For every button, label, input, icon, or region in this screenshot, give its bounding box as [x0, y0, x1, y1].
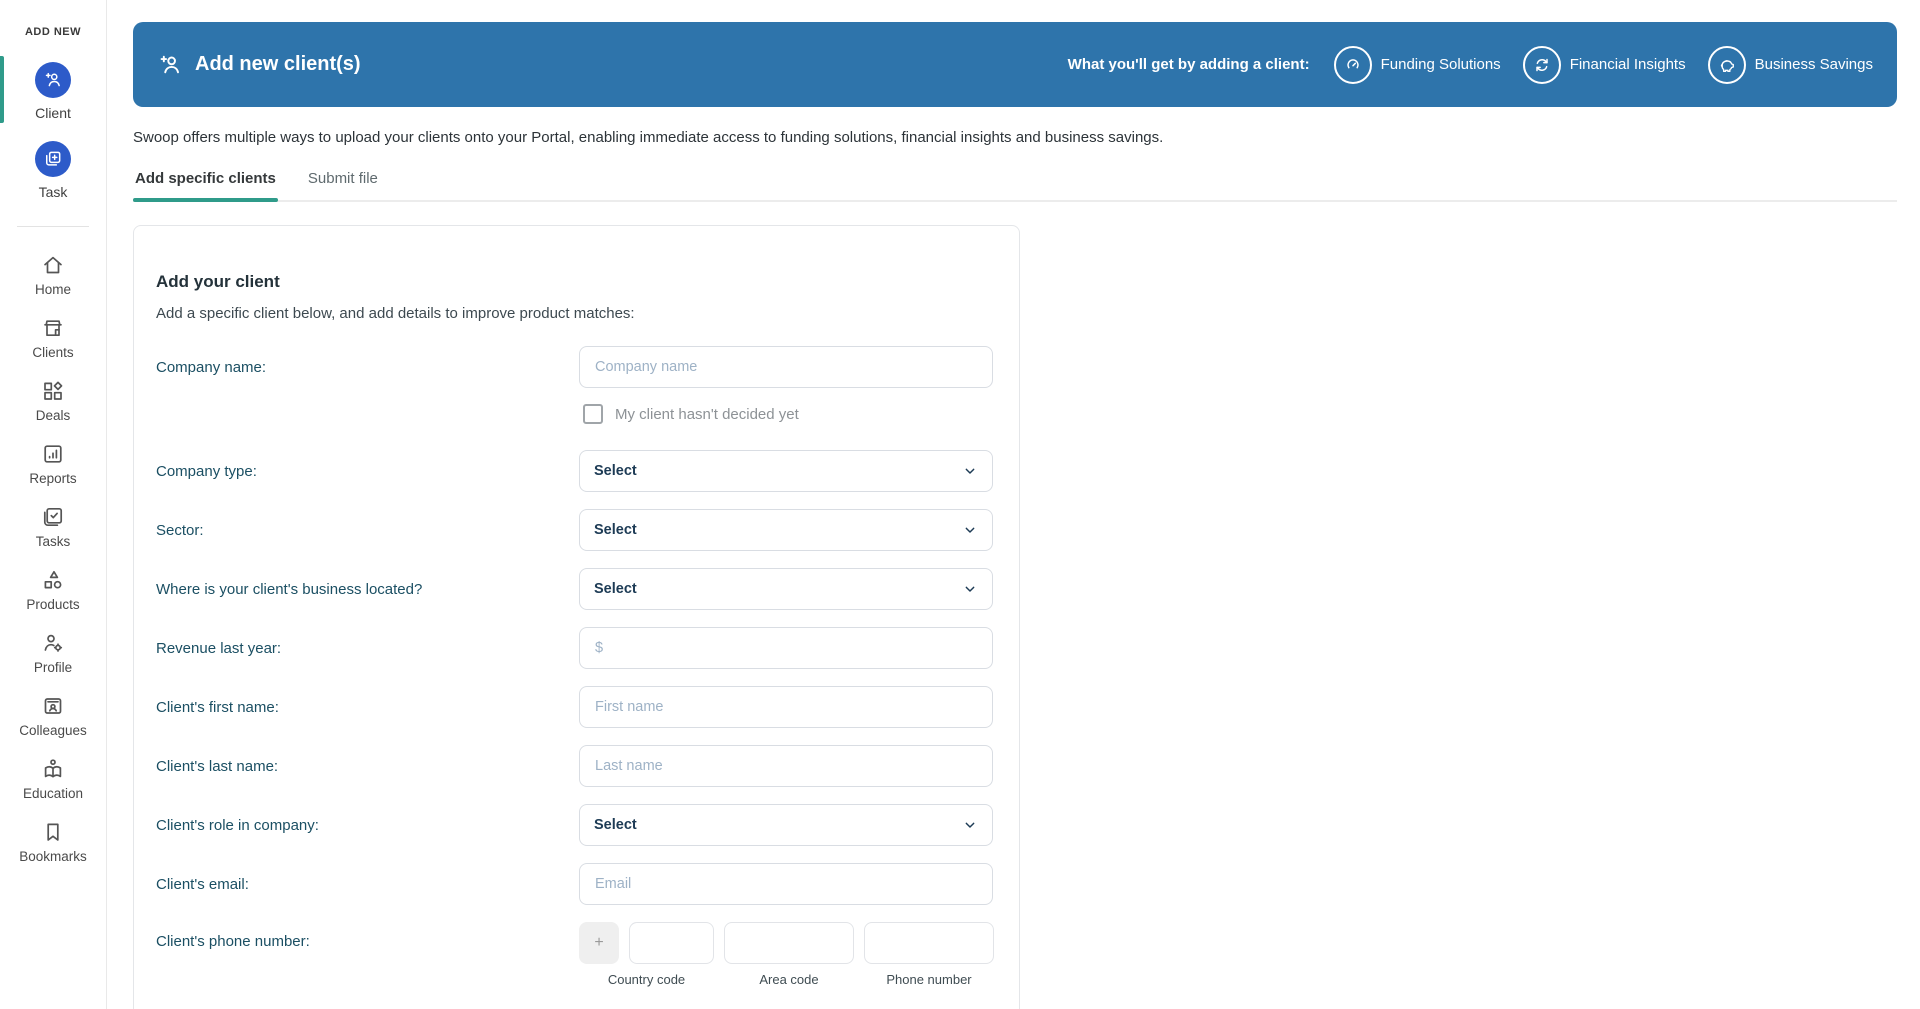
- sidebar-item-clients[interactable]: Clients: [0, 306, 106, 369]
- role-select[interactable]: Select: [579, 804, 993, 846]
- email-row: Client's email:: [156, 863, 993, 905]
- tab-submit-file[interactable]: Submit file: [306, 162, 380, 200]
- first-name-label: Client's first name:: [156, 699, 579, 716]
- role-label: Client's role in company:: [156, 817, 579, 834]
- bookmark-icon: [41, 820, 65, 844]
- first-name-input[interactable]: [579, 686, 993, 728]
- sidebar: ADD NEW Client Task: [0, 0, 107, 1009]
- location-select[interactable]: Select: [579, 568, 993, 610]
- banner-title-group: Add new client(s): [157, 52, 361, 78]
- revenue-row: Revenue last year:: [156, 627, 993, 669]
- role-row: Client's role in company: Select: [156, 804, 993, 846]
- phone-controls: + Country code Area code Phone number: [579, 922, 994, 987]
- phone-row: Client's phone number: + Country code Ar…: [156, 922, 993, 987]
- undecided-checkbox-label: My client hasn't decided yet: [615, 406, 799, 423]
- country-code-label: Country code: [579, 972, 714, 987]
- location-row: Where is your client's business located?…: [156, 568, 993, 610]
- person-add-icon: [157, 52, 183, 78]
- sidebar-item-products[interactable]: Products: [0, 558, 106, 621]
- benefit-financial-insights: Financial Insights: [1523, 46, 1686, 84]
- storefront-icon: [41, 316, 65, 340]
- sidebar-item-bookmarks[interactable]: Bookmarks: [0, 810, 106, 873]
- phone-number-label: Phone number: [864, 972, 994, 987]
- add-client-card: Add your client Add a specific client be…: [133, 225, 1020, 1009]
- task-add-icon: [35, 141, 71, 177]
- card-subtitle: Add a specific client below, and add det…: [156, 305, 993, 322]
- sidebar-item-colleagues[interactable]: Colleagues: [0, 684, 106, 747]
- person-gear-icon: [41, 631, 65, 655]
- sidebar-item-deals[interactable]: Deals: [0, 369, 106, 432]
- sidebar-item-education[interactable]: Education: [0, 747, 106, 810]
- card-title: Add your client: [156, 272, 993, 292]
- id-card-icon: [41, 694, 65, 718]
- banner-benefits: What you'll get by adding a client: Fund…: [1068, 46, 1873, 84]
- person-add-icon: [35, 62, 71, 98]
- country-code-input[interactable]: [629, 922, 714, 964]
- company-name-row: Company name:: [156, 346, 993, 388]
- benefit-business-savings: Business Savings: [1708, 46, 1873, 84]
- app-root: ADD NEW Client Task: [0, 0, 1920, 1009]
- add-new-section-label: ADD NEW: [25, 26, 81, 38]
- add-client-label: Client: [35, 105, 71, 121]
- phone-number-input[interactable]: [864, 922, 994, 964]
- company-name-label: Company name:: [156, 359, 579, 376]
- sidebar-item-tasks[interactable]: Tasks: [0, 495, 106, 558]
- add-client-form: Company name: My client hasn't decided y…: [156, 346, 993, 987]
- main-content: Add new client(s) What you'll get by add…: [107, 0, 1920, 1009]
- chevron-down-icon: [962, 463, 978, 479]
- area-code-input[interactable]: [724, 922, 854, 964]
- benefits-intro-text: What you'll get by adding a client:: [1068, 56, 1310, 73]
- education-icon: [41, 757, 65, 781]
- chevron-down-icon: [962, 581, 978, 597]
- deals-grid-icon: [41, 379, 65, 403]
- home-icon: [41, 253, 65, 277]
- add-task-button[interactable]: Task: [0, 141, 106, 200]
- area-code-label: Area code: [724, 972, 854, 987]
- sidebar-divider: [17, 226, 89, 227]
- company-name-input[interactable]: [579, 346, 993, 388]
- benefit-funding-solutions: Funding Solutions: [1334, 46, 1501, 84]
- last-name-input[interactable]: [579, 745, 993, 787]
- undecided-checkbox-row: My client hasn't decided yet: [583, 404, 993, 424]
- report-chart-icon: [41, 442, 65, 466]
- sector-label: Sector:: [156, 522, 579, 539]
- company-type-row: Company type: Select: [156, 450, 993, 492]
- gauge-icon: [1334, 46, 1372, 84]
- last-name-row: Client's last name:: [156, 745, 993, 787]
- tab-bar: Add specific clients Submit file: [133, 162, 1897, 202]
- first-name-row: Client's first name:: [156, 686, 993, 728]
- intro-text: Swoop offers multiple ways to upload you…: [133, 129, 1897, 146]
- add-client-banner: Add new client(s) What you'll get by add…: [133, 22, 1897, 107]
- revenue-input[interactable]: [579, 627, 993, 669]
- tab-add-specific-clients[interactable]: Add specific clients: [133, 162, 278, 200]
- add-client-button[interactable]: Client: [0, 62, 106, 121]
- sector-row: Sector: Select: [156, 509, 993, 551]
- revenue-label: Revenue last year:: [156, 640, 579, 657]
- banner-title: Add new client(s): [195, 53, 361, 76]
- sidebar-item-reports[interactable]: Reports: [0, 432, 106, 495]
- sidebar-item-profile[interactable]: Profile: [0, 621, 106, 684]
- sync-icon: [1523, 46, 1561, 84]
- phone-label: Client's phone number:: [156, 922, 579, 950]
- task-check-icon: [41, 505, 65, 529]
- company-type-select[interactable]: Select: [579, 450, 993, 492]
- sidebar-item-home[interactable]: Home: [0, 243, 106, 306]
- last-name-label: Client's last name:: [156, 758, 579, 775]
- phone-plus-prefix: +: [579, 922, 619, 964]
- add-task-label: Task: [39, 184, 68, 200]
- shapes-icon: [41, 568, 65, 592]
- email-label: Client's email:: [156, 876, 579, 893]
- piggy-bank-icon: [1708, 46, 1746, 84]
- undecided-checkbox[interactable]: [583, 404, 603, 424]
- chevron-down-icon: [962, 817, 978, 833]
- email-input[interactable]: [579, 863, 993, 905]
- company-type-label: Company type:: [156, 463, 579, 480]
- sector-select[interactable]: Select: [579, 509, 993, 551]
- location-label: Where is your client's business located?: [156, 581, 579, 598]
- chevron-down-icon: [962, 522, 978, 538]
